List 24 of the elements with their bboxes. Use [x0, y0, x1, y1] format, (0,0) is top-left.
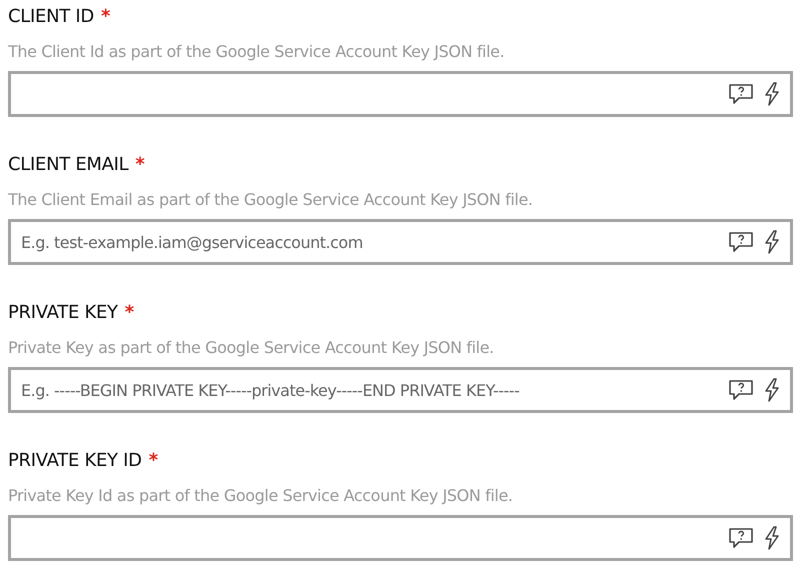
- field-label: PRIVATE KEY: [8, 302, 118, 323]
- required-mark: *: [100, 6, 110, 27]
- help-comment-icon[interactable]: [728, 527, 754, 549]
- required-mark: *: [148, 450, 158, 471]
- help-comment-icon[interactable]: [728, 379, 754, 401]
- field-label: PRIVATE KEY ID: [8, 450, 142, 471]
- required-mark: *: [135, 154, 145, 175]
- help-comment-icon[interactable]: [728, 231, 754, 253]
- lightning-icon[interactable]: [764, 526, 780, 550]
- input-field[interactable]: [8, 515, 793, 561]
- lightning-icon[interactable]: [764, 82, 780, 106]
- field-label: CLIENT EMAIL: [8, 154, 128, 175]
- field-description: The Client Id as part of the Google Service Account Key JSON file.: [8, 42, 506, 63]
- field-description: Private Key as part of the Google Service Account Key JSON file.: [8, 338, 495, 359]
- input-field[interactable]: E.g. test-example.iam@gserviceaccount.com: [8, 219, 793, 265]
- required-mark: *: [124, 302, 134, 323]
- field-description: Private Key Id as part of the Google Service Account Key JSON file.: [8, 486, 514, 507]
- input-field[interactable]: [8, 71, 793, 117]
- lightning-icon[interactable]: [764, 378, 780, 402]
- field-label: CLIENT ID: [8, 6, 94, 27]
- lightning-icon[interactable]: [764, 230, 780, 254]
- help-comment-icon[interactable]: [728, 83, 754, 105]
- field-description: The Client Email as part of the Google Service Account Key JSON file.: [8, 190, 534, 211]
- input-field[interactable]: E.g. -----BEGIN PRIVATE KEY-----private-key-----END PRIVATE KEY-----: [8, 367, 793, 413]
